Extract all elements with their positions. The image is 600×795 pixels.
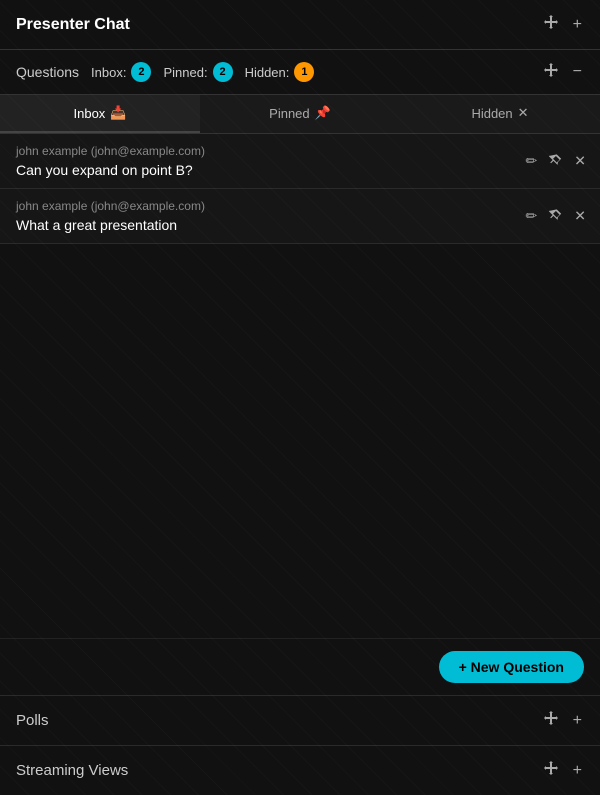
app-container: Presenter Chat + Questions Inbox: 2 Pinn… <box>0 0 600 795</box>
empty-area <box>0 386 600 638</box>
